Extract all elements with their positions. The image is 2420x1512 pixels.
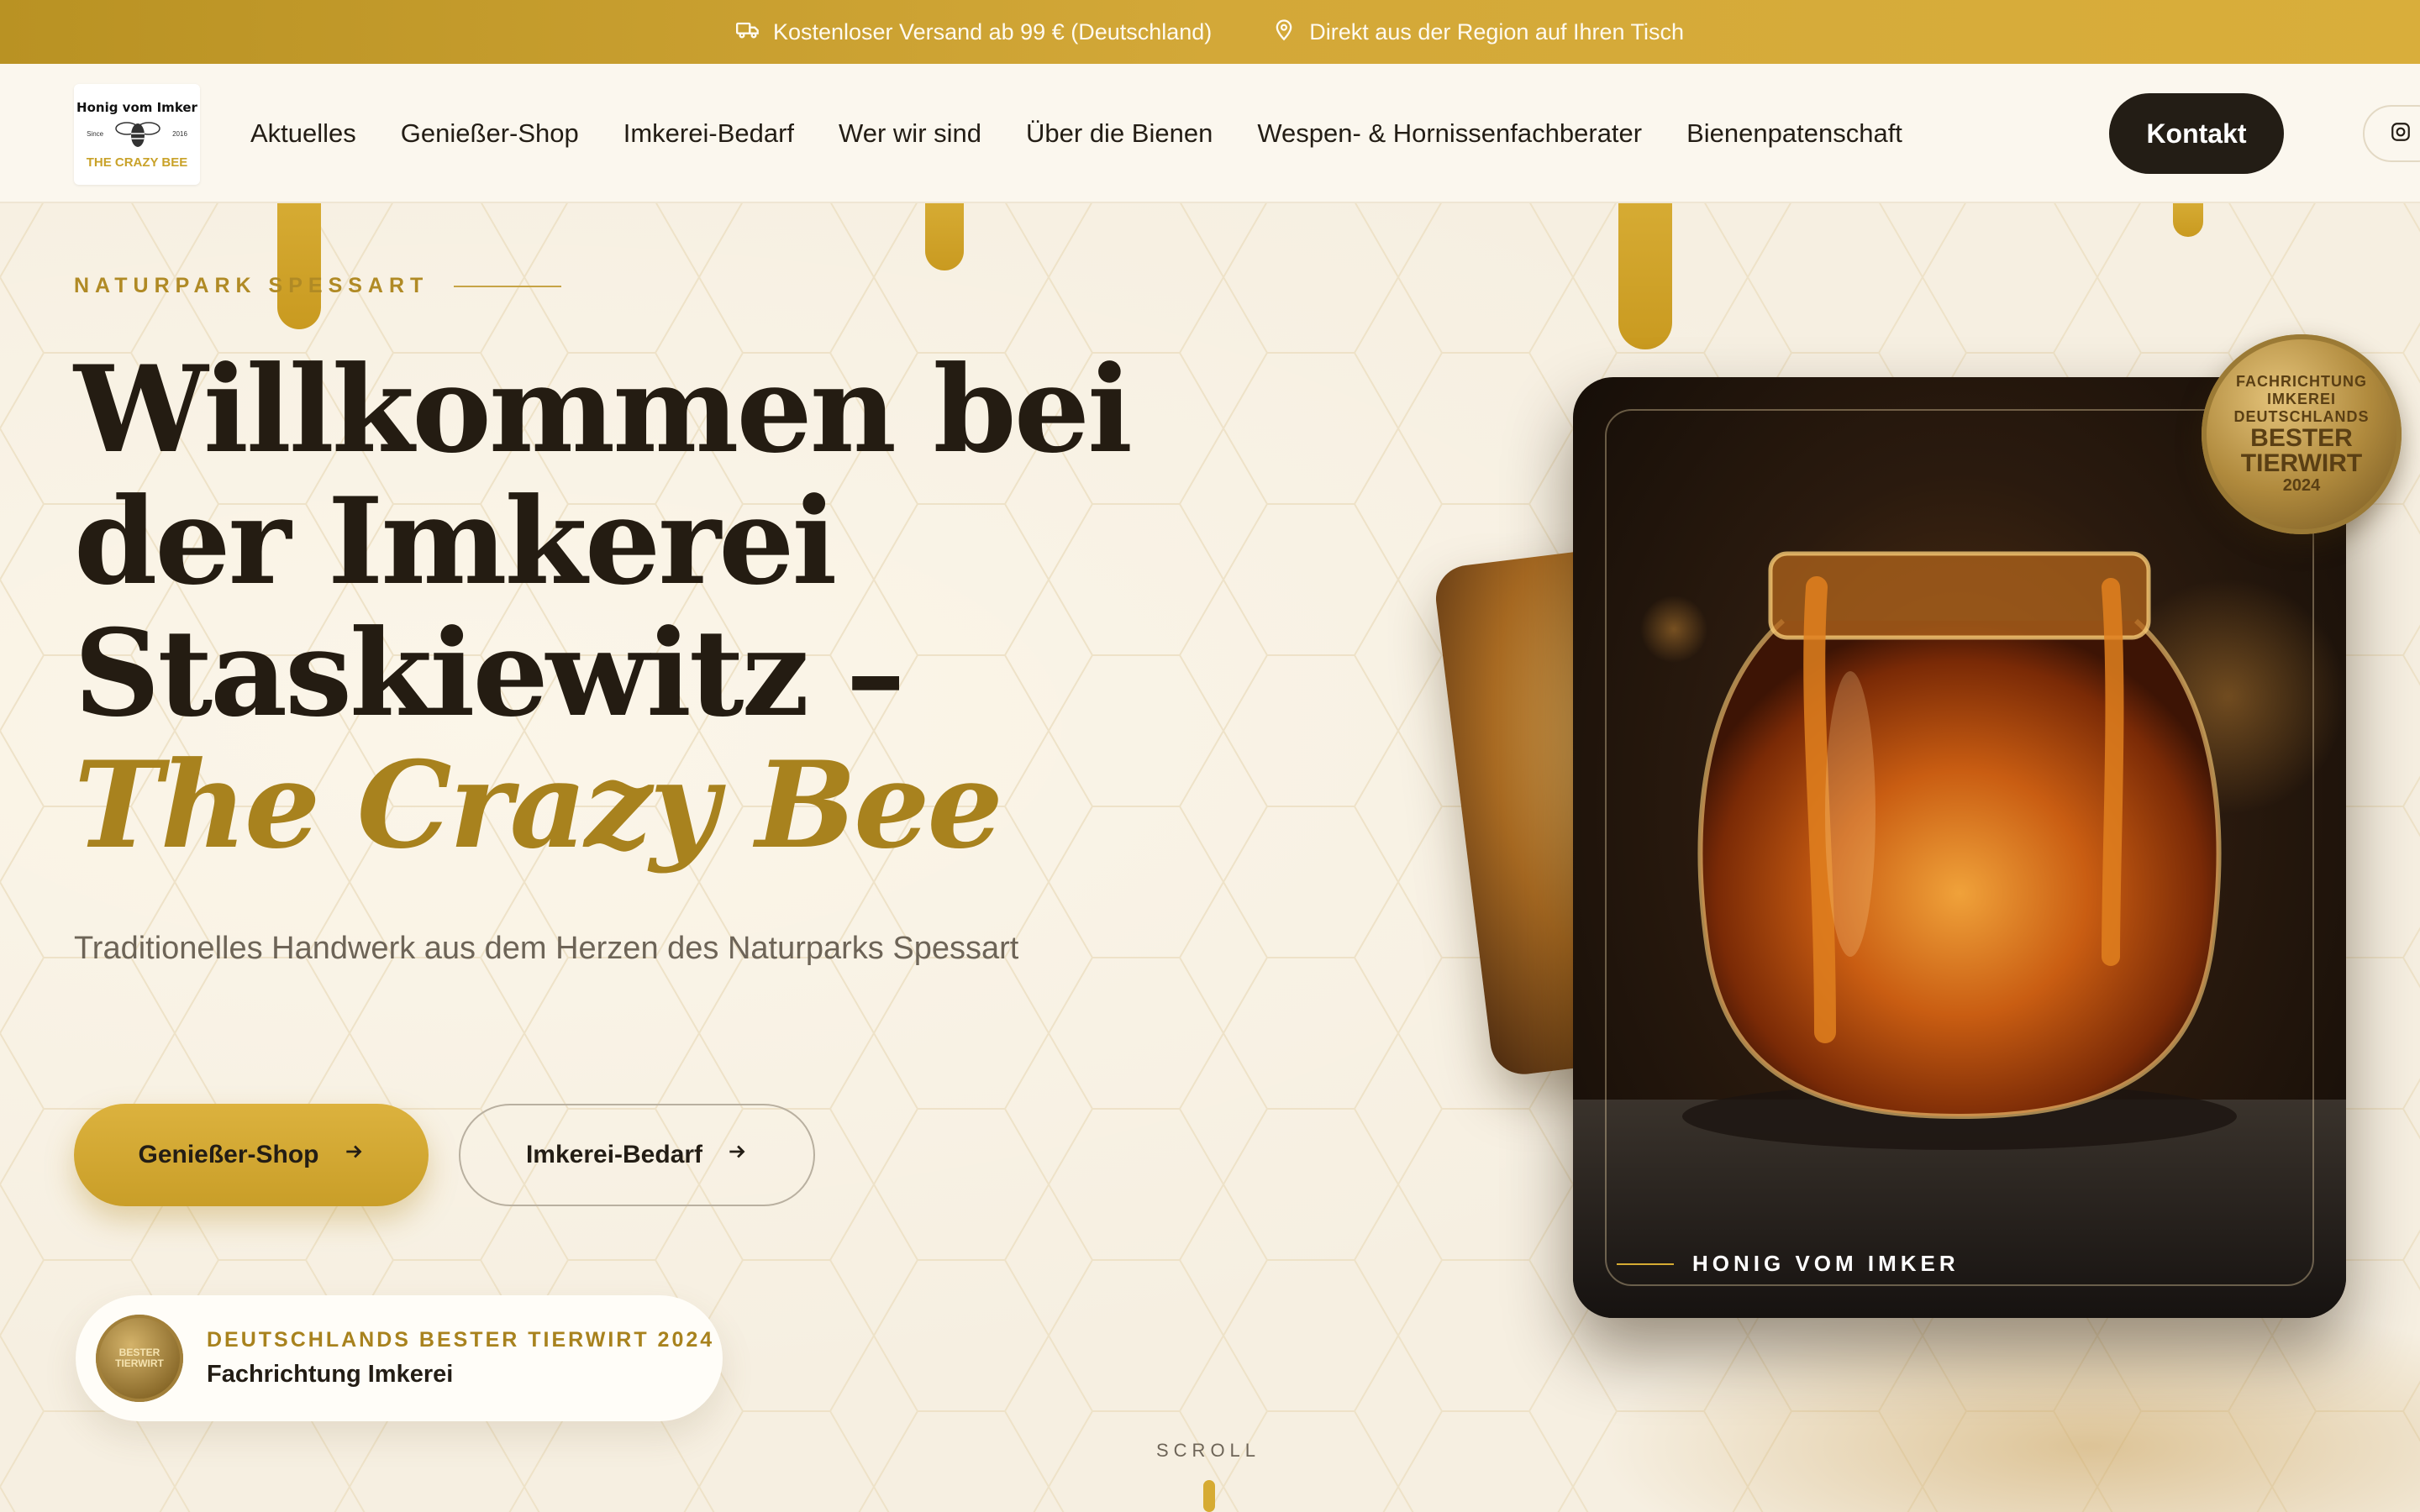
- hero-eyebrow: NATURPARK SPESSART: [74, 274, 562, 298]
- map-pin-icon: [1272, 18, 1296, 47]
- headline-line-1: Willkommen bei: [74, 340, 1133, 480]
- seal-middle-c: TIERWIRT: [2240, 449, 2363, 477]
- main-nav: Aktuelles Genießer-Shop Imkerei-Bedarf W…: [250, 64, 1902, 203]
- logo-line1: Honig vom Imker: [76, 99, 197, 115]
- hero-headline: Willkommen bei der Imkerei Staskiewitz –…: [74, 340, 1133, 875]
- shipping-text: Kostenloser Versand ab 99 € (Deutschland…: [772, 18, 1213, 45]
- headline-line-3: Staskiewitz –: [74, 604, 906, 743]
- announcement-bar: Kostenloser Versand ab 99 € (Deutschland…: [0, 0, 2420, 64]
- award-badge: BESTER TIERWIRT DEUTSCHLANDS BESTER TIER…: [76, 1295, 723, 1421]
- seal-year: 2024: [2282, 476, 2321, 495]
- scroll-indicator[interactable]: [1203, 1480, 1215, 1512]
- nav-item-aktuelles[interactable]: Aktuelles: [250, 118, 356, 149]
- eyebrow-text: NATURPARK SPESSART: [74, 274, 429, 297]
- hero-subline: Traditionelles Handwerk aus dem Herzen d…: [74, 931, 1019, 966]
- contact-button[interactable]: Kontakt: [2109, 93, 2284, 174]
- honeycomb-blur: [1597, 1294, 2420, 1512]
- card-caption: HONIG VOM IMKER: [1617, 1251, 1960, 1277]
- instagram-icon: [2390, 121, 2412, 147]
- caption-text: HONIG VOM IMKER: [1692, 1251, 1960, 1276]
- seal-middle-a: DEUTSCHLANDS: [2233, 408, 2370, 425]
- seal-middle-b: BESTER: [2250, 424, 2353, 452]
- honey-drip: [1618, 203, 1672, 349]
- headline-line-2: der Imkerei: [74, 472, 837, 612]
- award-seal-icon: FACHRICHTUNG IMKEREI DEUTSCHLANDS BESTER…: [2202, 334, 2402, 534]
- seal-top-text: FACHRICHTUNG IMKEREI: [2236, 373, 2367, 407]
- honey-drip: [925, 203, 964, 270]
- arrow-right-icon: [343, 1141, 365, 1169]
- region-text: Direkt aus der Region auf Ihren Tisch: [1309, 18, 1685, 45]
- supplies-button[interactable]: Imkerei-Bedarf: [459, 1104, 815, 1206]
- nav-item-fachberater[interactable]: Wespen- & Hornissenfachberater: [1257, 118, 1642, 149]
- caption-divider: [1617, 1263, 1674, 1265]
- nav-item-bienenpatenschaft[interactable]: Bienenpatenschaft: [1686, 118, 1902, 149]
- award-title: DEUTSCHLANDS BESTER TIERWIRT 2024: [207, 1328, 715, 1352]
- eyebrow-divider: [454, 285, 562, 287]
- logo-year: 2016: [172, 130, 187, 138]
- supplies-button-label: Imkerei-Bedarf: [525, 1141, 703, 1168]
- card-inner-frame: [1605, 409, 2314, 1286]
- honey-drip: [2173, 203, 2203, 237]
- nav-item-ueber-die-bienen[interactable]: Über die Bienen: [1026, 118, 1213, 149]
- logo-since: Since: [87, 130, 104, 138]
- truck-icon: [735, 18, 760, 47]
- nav-item-wer-wir-sind[interactable]: Wer wir sind: [839, 118, 981, 149]
- headline-accent: The Crazy Bee: [74, 736, 1003, 875]
- instagram-button[interactable]: [2363, 105, 2420, 162]
- shop-button-label: Genießer-Shop: [138, 1141, 319, 1168]
- logo-line2: THE CRAZY BEE: [86, 155, 188, 170]
- region-notice: Direkt aus der Region auf Ihren Tisch: [1272, 18, 1684, 47]
- scroll-indicator-label: SCROLL: [1156, 1440, 1261, 1461]
- nav-item-imkerei-bedarf[interactable]: Imkerei-Bedarf: [623, 118, 794, 149]
- nav-item-geniesser-shop[interactable]: Genießer-Shop: [401, 118, 579, 149]
- site-header: Honig vom Imker Since 2016 THE CRAZY BEE…: [0, 64, 2420, 203]
- honey-jar-image-card: HONIG VOM IMKER: [1573, 377, 2346, 1318]
- award-subtitle: Fachrichtung Imkerei: [207, 1361, 454, 1388]
- bee-icon: [113, 115, 162, 154]
- arrow-right-icon: [726, 1141, 748, 1169]
- award-medal-icon: BESTER TIERWIRT: [96, 1315, 183, 1402]
- logo-bee-row: Since 2016: [87, 115, 187, 154]
- site-logo[interactable]: Honig vom Imker Since 2016 THE CRAZY BEE: [74, 84, 200, 185]
- award-text: DEUTSCHLANDS BESTER TIERWIRT 2024 Fachri…: [207, 1328, 714, 1389]
- shipping-notice: Kostenloser Versand ab 99 € (Deutschland…: [735, 18, 1213, 47]
- shop-button[interactable]: Genießer-Shop: [74, 1104, 429, 1206]
- honey-drip: [277, 203, 321, 329]
